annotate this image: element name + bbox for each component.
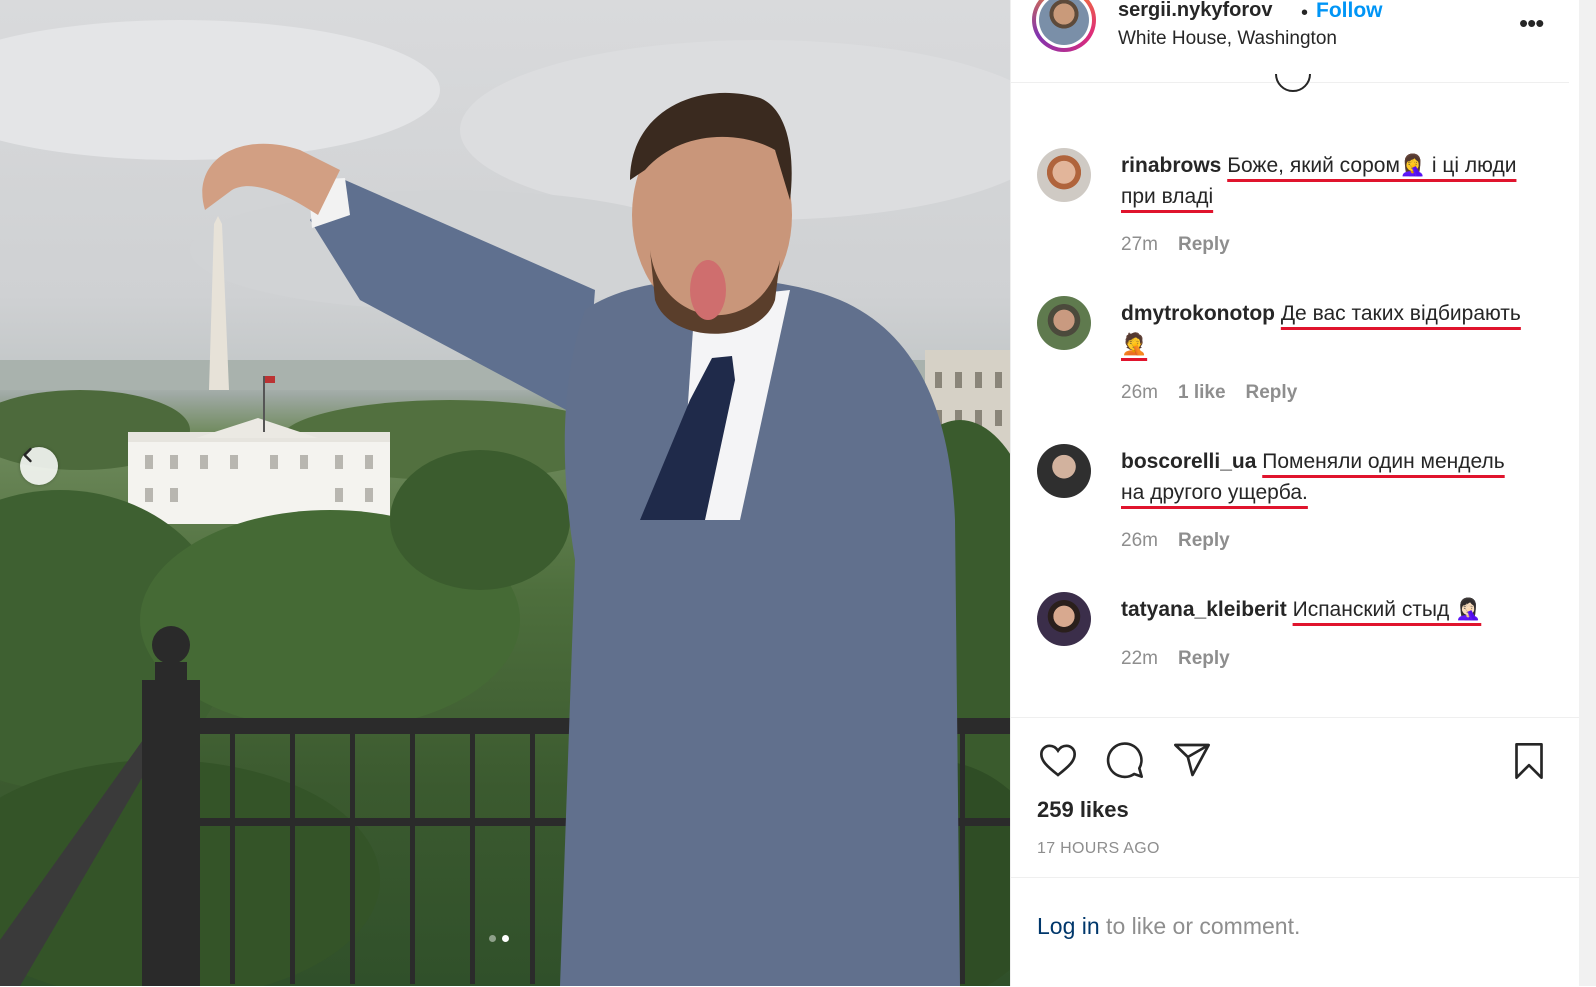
post-photo[interactable] (0, 0, 1010, 986)
more-horizontal-icon[interactable]: ••• (1519, 8, 1544, 39)
carousel-dot-1[interactable] (489, 935, 496, 942)
comment-time[interactable]: 22m (1121, 648, 1158, 670)
comment-time[interactable]: 26m (1121, 382, 1158, 404)
comment-text: tatyana_kleiberit Испанский стыд 🤦🏻‍♀️ (1121, 594, 1531, 625)
previous-photo-button[interactable] (20, 447, 58, 485)
commenter-avatar[interactable] (1037, 444, 1091, 498)
comment-time[interactable]: 27m (1121, 234, 1158, 256)
reply-button[interactable]: Reply (1178, 648, 1230, 670)
login-prompt: Log in to like or comment. (1011, 877, 1596, 987)
comment-likes[interactable]: 1 like (1178, 382, 1226, 404)
heart-icon[interactable] (1037, 740, 1079, 780)
bookmark-icon[interactable] (1509, 740, 1549, 782)
plus-circle-icon (1275, 74, 1311, 92)
photo-scene (0, 20, 1010, 986)
comment-username[interactable]: dmytrokonotop (1121, 302, 1275, 325)
commenter-avatar[interactable] (1037, 296, 1091, 350)
follow-button[interactable]: Follow (1316, 0, 1383, 23)
comment-time[interactable]: 26m (1121, 530, 1158, 552)
paper-plane-icon[interactable] (1171, 740, 1213, 780)
post-location[interactable]: White House, Washington (1118, 28, 1337, 50)
login-prompt-rest: to like or comment. (1099, 913, 1301, 939)
login-link[interactable]: Log in (1037, 913, 1100, 939)
reply-button[interactable]: Reply (1178, 234, 1230, 256)
scrollbar[interactable] (1579, 0, 1596, 986)
author-avatar[interactable] (1032, 0, 1096, 52)
comment-username[interactable]: rinabrows (1121, 154, 1221, 177)
likes-count[interactable]: 259 likes (1037, 797, 1129, 823)
post-timestamp[interactable]: 17 HOURS AGO (1037, 840, 1160, 858)
comment-meta: 26m Reply (1121, 530, 1230, 552)
comment-text: dmytrokonotop Де вас таких відбирають 🤦 (1121, 298, 1531, 360)
post-side-panel: sergii.nykyforov • Follow White House, W… (1010, 0, 1596, 986)
comment-meta: 22m Reply (1121, 648, 1230, 670)
load-more-comments-button[interactable] (1275, 74, 1311, 96)
comment-username[interactable]: tatyana_kleiberit (1121, 598, 1287, 621)
commenter-avatar[interactable] (1037, 592, 1091, 646)
commenter-avatar[interactable] (1037, 148, 1091, 202)
comment-text: rinabrows Боже, який сором🤦‍♀️ і ці люди… (1121, 150, 1531, 212)
reply-button[interactable]: Reply (1246, 382, 1298, 404)
carousel-dot-2[interactable] (502, 935, 509, 942)
comment-text: boscorelli_ua Поменяли один мендель на д… (1121, 446, 1531, 508)
post-header: sergii.nykyforov • Follow White House, W… (1011, 0, 1569, 92)
comment-meta: 27m Reply (1121, 234, 1230, 256)
login-prompt-text: Log in to like or comment. (1037, 913, 1300, 940)
chevron-left-icon (23, 447, 32, 463)
railing-post (142, 680, 200, 986)
author-username[interactable]: sergii.nykyforov (1118, 0, 1273, 22)
author-avatar-image (1039, 0, 1089, 45)
header-separator: • (1301, 2, 1309, 24)
post-actions (1011, 717, 1596, 779)
comment-body: Испанский стыд 🤦🏻‍♀️ (1292, 598, 1482, 621)
comment-meta: 26m 1 like Reply (1121, 382, 1297, 404)
comment-username[interactable]: boscorelli_ua (1121, 450, 1256, 473)
reply-button[interactable]: Reply (1178, 530, 1230, 552)
comment-icon[interactable] (1104, 740, 1146, 780)
carousel-dots (489, 935, 509, 942)
